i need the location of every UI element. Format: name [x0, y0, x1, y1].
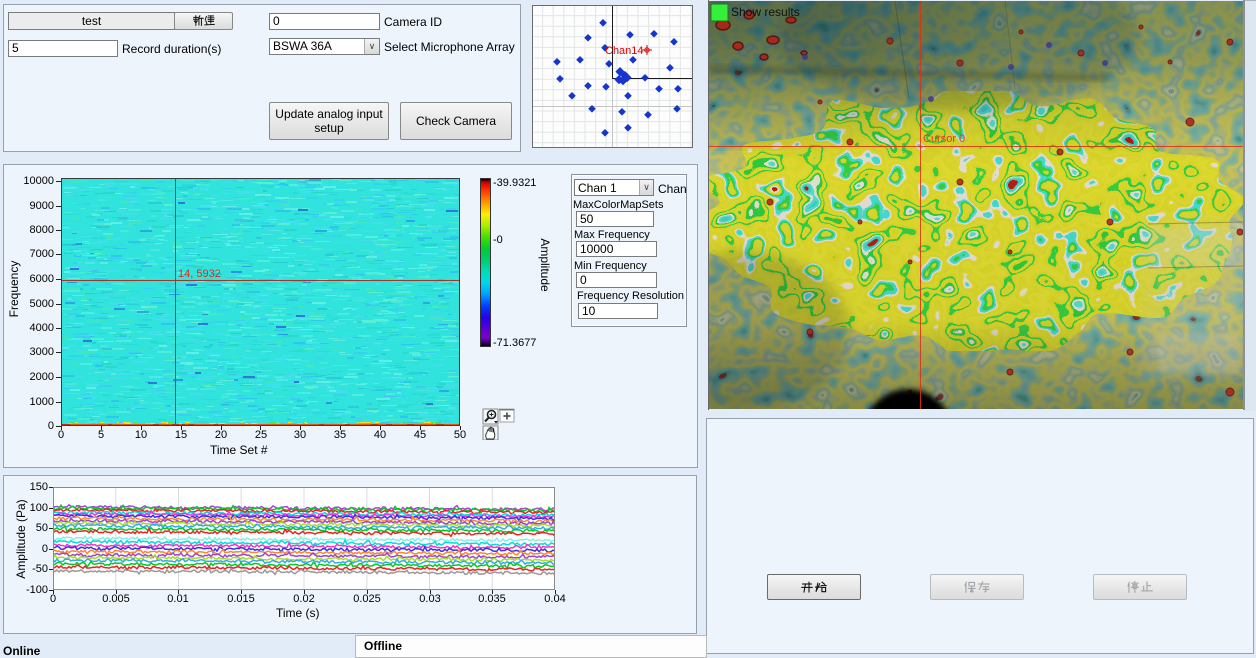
- svg-text:Show results: Show results: [731, 5, 800, 19]
- svg-text:Cursor 0: Cursor 0: [923, 133, 965, 145]
- svg-text:14, 5932: 14, 5932: [178, 268, 221, 280]
- svg-text:Chan14: Chan14: [605, 45, 644, 57]
